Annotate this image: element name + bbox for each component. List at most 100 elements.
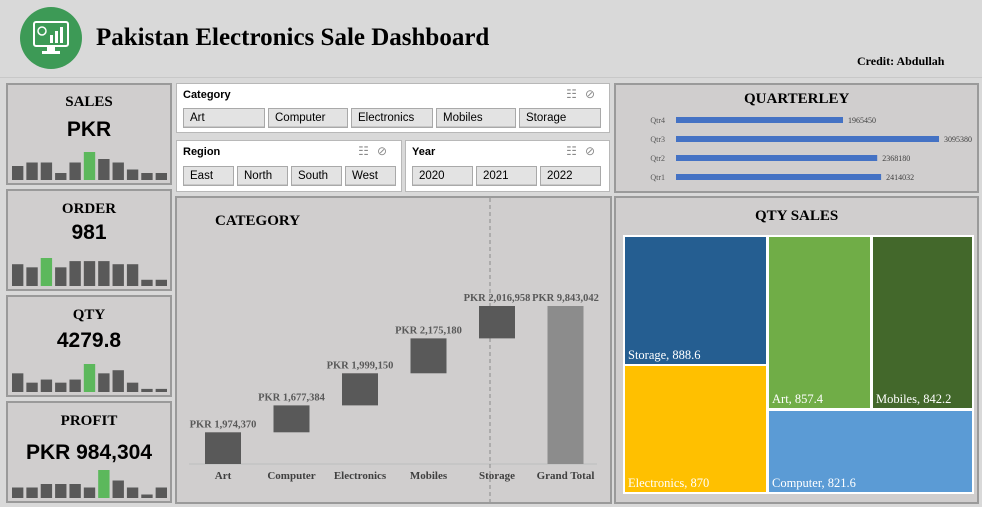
sparkline-bar	[69, 379, 81, 392]
quarter-bar	[676, 155, 878, 161]
slicer-item-computer[interactable]: Computer	[268, 108, 348, 128]
data-label: PKR 9,843,042	[532, 293, 599, 304]
waterfall-bar	[205, 432, 241, 464]
quarter-data-label: 3095380	[944, 135, 972, 144]
sparkline	[12, 470, 167, 498]
slicer-item-mobiles[interactable]: Mobiles	[436, 108, 516, 128]
slicer-title: Year	[412, 146, 436, 158]
treemap-cell	[767, 235, 872, 410]
slicer-item-storage[interactable]: Storage	[519, 108, 601, 128]
sparkline-bar	[83, 364, 96, 392]
qty-sales-panel: QTY SALES Storage, 888.6 Electronics, 870…	[614, 196, 979, 504]
sparkline	[12, 364, 167, 392]
sparkline-bar	[112, 264, 124, 286]
multi-select-icon[interactable]: ☷	[358, 144, 377, 158]
slicer-item-south[interactable]: South	[291, 166, 342, 186]
category-chart-panel: CATEGORY PKR 1,974,370 Art PKR 1,677,384 Co…	[175, 196, 612, 504]
sparkline-bar	[83, 261, 96, 286]
sparkline-bar	[141, 388, 153, 392]
sparkline-bar	[26, 162, 38, 180]
sparkline-bar	[40, 484, 53, 498]
sparkline-bar	[69, 162, 81, 180]
data-label: PKR 1,677,384	[258, 392, 326, 403]
kpi-value: PKR	[66, 118, 112, 141]
credit-text: Credit: Abdullah	[857, 54, 945, 68]
category-tick-label: Storage	[479, 470, 515, 482]
year-slicer: Year ☷⊘ 2020 2021 2022	[405, 140, 610, 192]
sparkline-bar	[12, 264, 24, 286]
sparkline-bar	[126, 487, 139, 498]
kpi-card-profit: PROFIT PKR 984,304	[6, 401, 172, 503]
sparkline-bar	[55, 173, 67, 180]
sparkline-bar	[83, 152, 96, 180]
sparkline-bar	[155, 173, 167, 180]
sparkline-bar	[98, 159, 110, 180]
category-tick-label: Computer	[267, 470, 315, 482]
sparkline-bar	[40, 162, 53, 180]
sparkline-bar	[112, 480, 124, 498]
clear-filter-icon[interactable]: ⊘	[585, 144, 603, 158]
quarter-tick-label: Qtr3	[650, 135, 665, 144]
sparkline-bar	[126, 169, 139, 180]
sparkline-bar	[55, 484, 67, 498]
sparkline-bar	[155, 388, 167, 392]
sparkline-bar	[141, 173, 153, 180]
treemap-label: Computer, 821.6	[772, 476, 856, 490]
data-label: PKR 2,016,958	[464, 293, 531, 304]
slicer-item-east[interactable]: East	[183, 166, 234, 186]
sparkline-bar	[126, 382, 139, 392]
category-tick-label: Mobiles	[410, 470, 448, 482]
dashboard-logo	[20, 7, 82, 69]
kpi-card-qty: QTY 4279.8	[6, 295, 172, 397]
slicer-item-2020[interactable]: 2020	[412, 166, 473, 186]
quarter-data-label: 2414032	[886, 173, 914, 182]
quarter-data-label: 2368180	[882, 154, 910, 163]
treemap-cell	[623, 235, 768, 366]
dashboard-header: Pakistan Electronics Sale Dashboard Cred…	[0, 0, 982, 78]
sparkline	[12, 152, 167, 180]
sparkline-bar	[40, 258, 53, 286]
slicer-item-west[interactable]: West	[345, 166, 396, 186]
sparkline-bar	[98, 373, 110, 392]
waterfall-bar	[342, 373, 378, 406]
treemap-label: Storage, 888.6	[628, 348, 701, 362]
sparkline-bar	[26, 382, 38, 392]
kpi-card-order: ORDER 981	[6, 189, 172, 291]
quarter-bar	[676, 117, 843, 123]
sparkline-bar	[12, 487, 24, 498]
quarter-bar	[676, 136, 939, 142]
quarter-bar	[676, 174, 882, 180]
slicer-item-north[interactable]: North	[237, 166, 288, 186]
quarter-tick-label: Qtr2	[650, 154, 665, 163]
sparkline-bar	[141, 494, 153, 498]
multi-select-icon[interactable]: ☷	[566, 87, 585, 101]
category-tick-label: Grand Total	[537, 470, 595, 482]
waterfall-bar	[547, 306, 584, 464]
quarterly-bar-chart: Qtr4 1965450 Qtr3 3095380 Qtr2 2368180 Qtr1 241…	[650, 116, 972, 182]
waterfall-bar	[479, 306, 515, 339]
quarter-data-label: 1965450	[848, 116, 876, 125]
waterfall-bar	[410, 338, 447, 374]
clear-filter-icon[interactable]: ⊘	[585, 87, 603, 101]
page-title: Pakistan Electronics Sale Dashboard	[96, 24, 490, 51]
slicer-item-art[interactable]: Art	[183, 108, 265, 128]
sparkline-bar	[98, 470, 110, 498]
waterfall-bar	[273, 405, 310, 433]
sparkline-bar	[26, 487, 38, 498]
qty-treemap-chart: Storage, 888.6 Electronics, 870 Art, 857.4…	[623, 235, 974, 494]
sparkline-bar	[12, 373, 24, 392]
slicer-item-2021[interactable]: 2021	[476, 166, 537, 186]
multi-select-icon[interactable]: ☷	[566, 144, 585, 158]
treemap-cell	[871, 235, 974, 410]
slicer-title: Region	[183, 146, 221, 158]
slicer-item-electronics[interactable]: Electronics	[351, 108, 433, 128]
treemap-label: Electronics, 870	[628, 476, 709, 490]
slicer-item-2022[interactable]: 2022	[540, 166, 601, 186]
sparkline-bar	[69, 261, 81, 286]
clear-filter-icon[interactable]: ⊘	[377, 144, 395, 158]
sparkline-bar	[40, 379, 53, 392]
quarterly-chart-panel: QUARTERLEY Qtr4 1965450 Qtr3 3095380 Qtr2 236…	[614, 83, 979, 193]
sparkline-bar	[69, 484, 81, 498]
treemap-label: Art, 857.4	[772, 392, 824, 406]
sparkline-bar	[55, 267, 67, 286]
